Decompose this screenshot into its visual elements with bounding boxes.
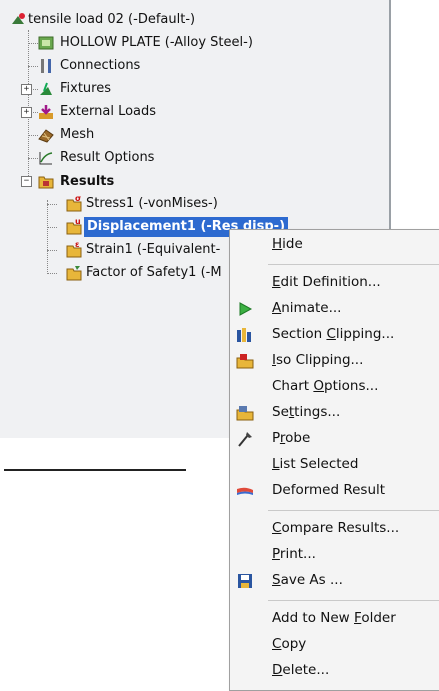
tree-item-label: Results bbox=[60, 174, 115, 189]
menu-item-label: Save As ... bbox=[272, 572, 343, 588]
study-icon bbox=[12, 13, 25, 24]
menu-separator bbox=[268, 600, 439, 601]
external-loads-icon bbox=[39, 105, 53, 119]
displacement-plot-icon: u bbox=[66, 219, 82, 235]
tree-item-label: Connections bbox=[60, 58, 141, 73]
menu-item-chart-options[interactable]: Chart Options... bbox=[230, 375, 439, 399]
tree-item-label: HOLLOW PLATE (-Alloy Steel-) bbox=[60, 35, 253, 50]
menu-item-label: Compare Results... bbox=[272, 520, 400, 536]
probe-icon bbox=[238, 432, 252, 447]
tree-item-label: Stress1 (-vonMises-) bbox=[86, 196, 218, 211]
part-icon bbox=[38, 36, 54, 50]
tree-item-label: Result Options bbox=[60, 150, 155, 165]
deformed-result-icon bbox=[237, 487, 253, 495]
menu-item-add-to-new-folder[interactable]: Add to New Folder bbox=[230, 607, 439, 631]
menu-item-label: Add to New Folder bbox=[272, 610, 396, 626]
svg-text:σ: σ bbox=[75, 196, 81, 203]
tree-connector bbox=[47, 250, 57, 251]
tree-item-label: External Loads bbox=[60, 104, 157, 119]
tree-item-label: Factor of Safety1 (-M bbox=[86, 265, 222, 280]
menu-item-settings[interactable]: Settings... bbox=[230, 401, 439, 425]
menu-item-print[interactable]: Print... bbox=[230, 543, 439, 567]
menu-item-deformed-result[interactable]: Deformed Result bbox=[230, 479, 439, 503]
menu-item-label: Print... bbox=[272, 546, 316, 562]
tree-item-label: Strain1 (-Equivalent- bbox=[86, 242, 221, 257]
result-options-icon bbox=[39, 152, 53, 165]
menu-item-probe[interactable]: Probe bbox=[230, 427, 439, 451]
menu-separator bbox=[268, 510, 439, 511]
tree-connector bbox=[28, 43, 38, 44]
menu-item-label: Delete... bbox=[272, 662, 330, 678]
tree-connector bbox=[28, 158, 38, 159]
strain-plot-icon: ε bbox=[66, 242, 82, 258]
tree-root-label: tensile load 02 (-Default-) bbox=[28, 12, 196, 27]
section-clipping-icon bbox=[237, 328, 251, 342]
stress-plot-icon: σ bbox=[66, 196, 82, 212]
svg-text:u: u bbox=[75, 219, 81, 226]
tree-connector bbox=[28, 135, 38, 136]
menu-item-section-clipping[interactable]: Section Clipping... bbox=[230, 323, 439, 347]
divider-line bbox=[4, 469, 186, 471]
menu-item-edit-definition[interactable]: Edit Definition... bbox=[230, 271, 439, 295]
expand-toggle[interactable]: + bbox=[21, 84, 32, 95]
tree-connector bbox=[47, 227, 57, 228]
connections-icon bbox=[41, 59, 51, 73]
context-menu: Hide Edit Definition... Animate... Secti… bbox=[229, 229, 439, 691]
menu-item-label: Section Clipping... bbox=[272, 326, 395, 342]
menu-item-delete[interactable]: Delete... bbox=[230, 659, 439, 683]
animate-play-icon bbox=[239, 302, 253, 316]
expand-toggle[interactable]: + bbox=[21, 107, 32, 118]
menu-item-label: Chart Options... bbox=[272, 378, 379, 394]
save-as-icon bbox=[238, 574, 252, 588]
tree-item-label: Fixtures bbox=[60, 81, 112, 96]
menu-item-save-as[interactable]: Save As ... bbox=[230, 569, 439, 593]
menu-separator bbox=[268, 264, 439, 265]
tree-connector bbox=[47, 204, 57, 205]
fixtures-icon bbox=[40, 82, 52, 95]
menu-item-label: Probe bbox=[272, 430, 311, 446]
tree-item-label: Mesh bbox=[60, 127, 95, 142]
menu-item-animate[interactable]: Animate... bbox=[230, 297, 439, 321]
iso-clipping-icon bbox=[236, 354, 254, 369]
menu-item-list-selected[interactable]: List Selected bbox=[230, 453, 439, 477]
svg-text:ε: ε bbox=[75, 242, 79, 249]
tree-connector bbox=[47, 200, 48, 272]
tree-connector bbox=[28, 30, 29, 178]
menu-item-hide[interactable]: Hide bbox=[230, 233, 439, 257]
menu-item-label: Iso Clipping... bbox=[272, 352, 364, 368]
menu-item-copy[interactable]: Copy bbox=[230, 633, 439, 657]
menu-item-label: Hide bbox=[272, 236, 303, 252]
menu-item-label: Copy bbox=[272, 636, 307, 652]
menu-item-iso-clipping[interactable]: Iso Clipping... bbox=[230, 349, 439, 373]
results-folder-icon bbox=[38, 176, 54, 189]
settings-icon bbox=[236, 406, 254, 421]
collapse-toggle[interactable]: − bbox=[21, 176, 32, 187]
menu-item-label: List Selected bbox=[272, 456, 359, 472]
mesh-icon bbox=[38, 129, 54, 143]
menu-item-label: Deformed Result bbox=[272, 482, 386, 498]
menu-item-compare-results[interactable]: Compare Results... bbox=[230, 517, 439, 541]
menu-item-label: Edit Definition... bbox=[272, 274, 381, 290]
menu-item-label: Settings... bbox=[272, 404, 341, 420]
tree-connector bbox=[47, 273, 57, 274]
menu-item-label: Animate... bbox=[272, 300, 342, 316]
fos-plot-icon bbox=[66, 266, 82, 281]
tree-connector bbox=[28, 66, 38, 67]
